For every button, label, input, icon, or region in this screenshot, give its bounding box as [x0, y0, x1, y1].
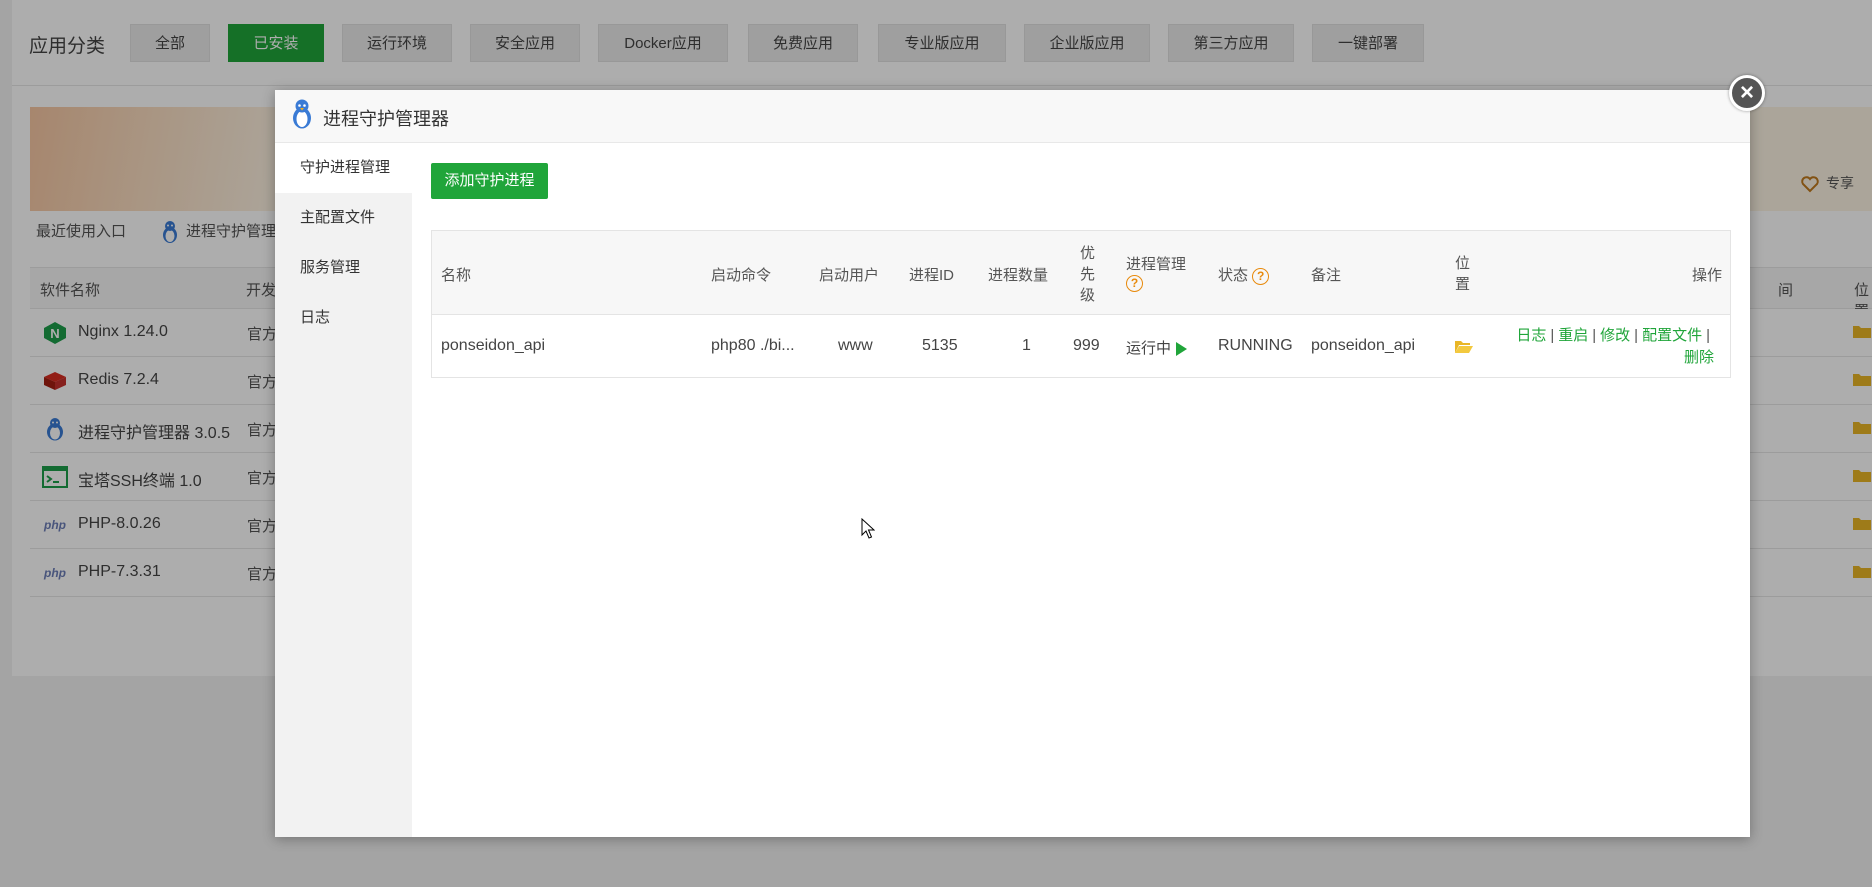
header-priority: 优先级 — [1080, 245, 1096, 304]
header-location: 位置 — [1455, 255, 1471, 293]
process-table: 名称 启动命令 启动用户 进程ID 进程数量 优先级 进程管理 ? 状态 ? 备… — [431, 230, 1731, 378]
header-status: 状态 ? — [1218, 264, 1270, 285]
header-management: 进程管理 ? — [1126, 256, 1187, 292]
play-icon — [1176, 342, 1188, 357]
help-icon[interactable]: ? — [1252, 267, 1270, 285]
side-item-process-management[interactable]: 守护进程管理 — [275, 143, 412, 193]
process-count: 1 — [1022, 337, 1031, 354]
modal-close-button[interactable]: × — [1729, 75, 1765, 111]
log-link[interactable]: 日志 — [1516, 327, 1546, 344]
process-priority: 999 — [1073, 337, 1100, 354]
modal-side-menu: 守护进程管理 主配置文件 服务管理 日志 — [275, 143, 412, 837]
header-pid: 进程ID — [909, 267, 955, 284]
delete-link[interactable]: 删除 — [1684, 349, 1714, 366]
process-operations: 日志 | 重启 | 修改 | 配置文件 | 删除 — [1516, 327, 1714, 366]
process-status: RUNNING — [1218, 337, 1293, 354]
process-remark: ponseidon_api — [1311, 337, 1416, 354]
process-name: ponseidon_api — [441, 337, 546, 354]
header-name: 名称 — [441, 267, 472, 284]
header-command: 启动命令 — [711, 267, 772, 284]
process-table-header: 名称 启动命令 启动用户 进程ID 进程数量 优先级 进程管理 ? 状态 ? 备… — [432, 231, 1730, 315]
side-item-logs[interactable]: 日志 — [275, 293, 412, 343]
header-operations: 操作 — [1692, 267, 1723, 284]
process-command: php80 ./bi... — [711, 337, 795, 354]
modal-header: 进程守护管理器 — [275, 90, 1750, 143]
config-file-link[interactable]: 配置文件 — [1642, 327, 1702, 344]
process-running-toggle[interactable]: 运行中 — [1126, 337, 1188, 358]
mouse-cursor-icon — [861, 518, 875, 539]
edit-link[interactable]: 修改 — [1600, 327, 1630, 344]
modal-main: 添加守护进程 名称 启动命令 启动用户 进程ID 进程数量 优先级 进程管理 ?… — [412, 143, 1750, 837]
process-pid: 5135 — [922, 337, 958, 354]
tux-icon — [293, 99, 311, 129]
process-user: www — [838, 337, 873, 354]
header-remark: 备注 — [1311, 267, 1342, 284]
modal-title: 进程守护管理器 — [323, 109, 449, 129]
header-user: 启动用户 — [819, 267, 880, 284]
process-manager-modal: 进程守护管理器 守护进程管理 主配置文件 服务管理 日志 添加守护进程 名称 启… — [275, 90, 1750, 837]
side-item-service-management[interactable]: 服务管理 — [275, 243, 412, 293]
side-item-main-config[interactable]: 主配置文件 — [275, 193, 412, 243]
table-row: ponseidon_api php80 ./bi... www 5135 1 9… — [432, 315, 1730, 377]
add-process-button[interactable]: 添加守护进程 — [431, 163, 548, 199]
restart-link[interactable]: 重启 — [1558, 327, 1588, 344]
header-count: 进程数量 — [988, 267, 1049, 284]
help-icon[interactable]: ? — [1126, 274, 1143, 292]
